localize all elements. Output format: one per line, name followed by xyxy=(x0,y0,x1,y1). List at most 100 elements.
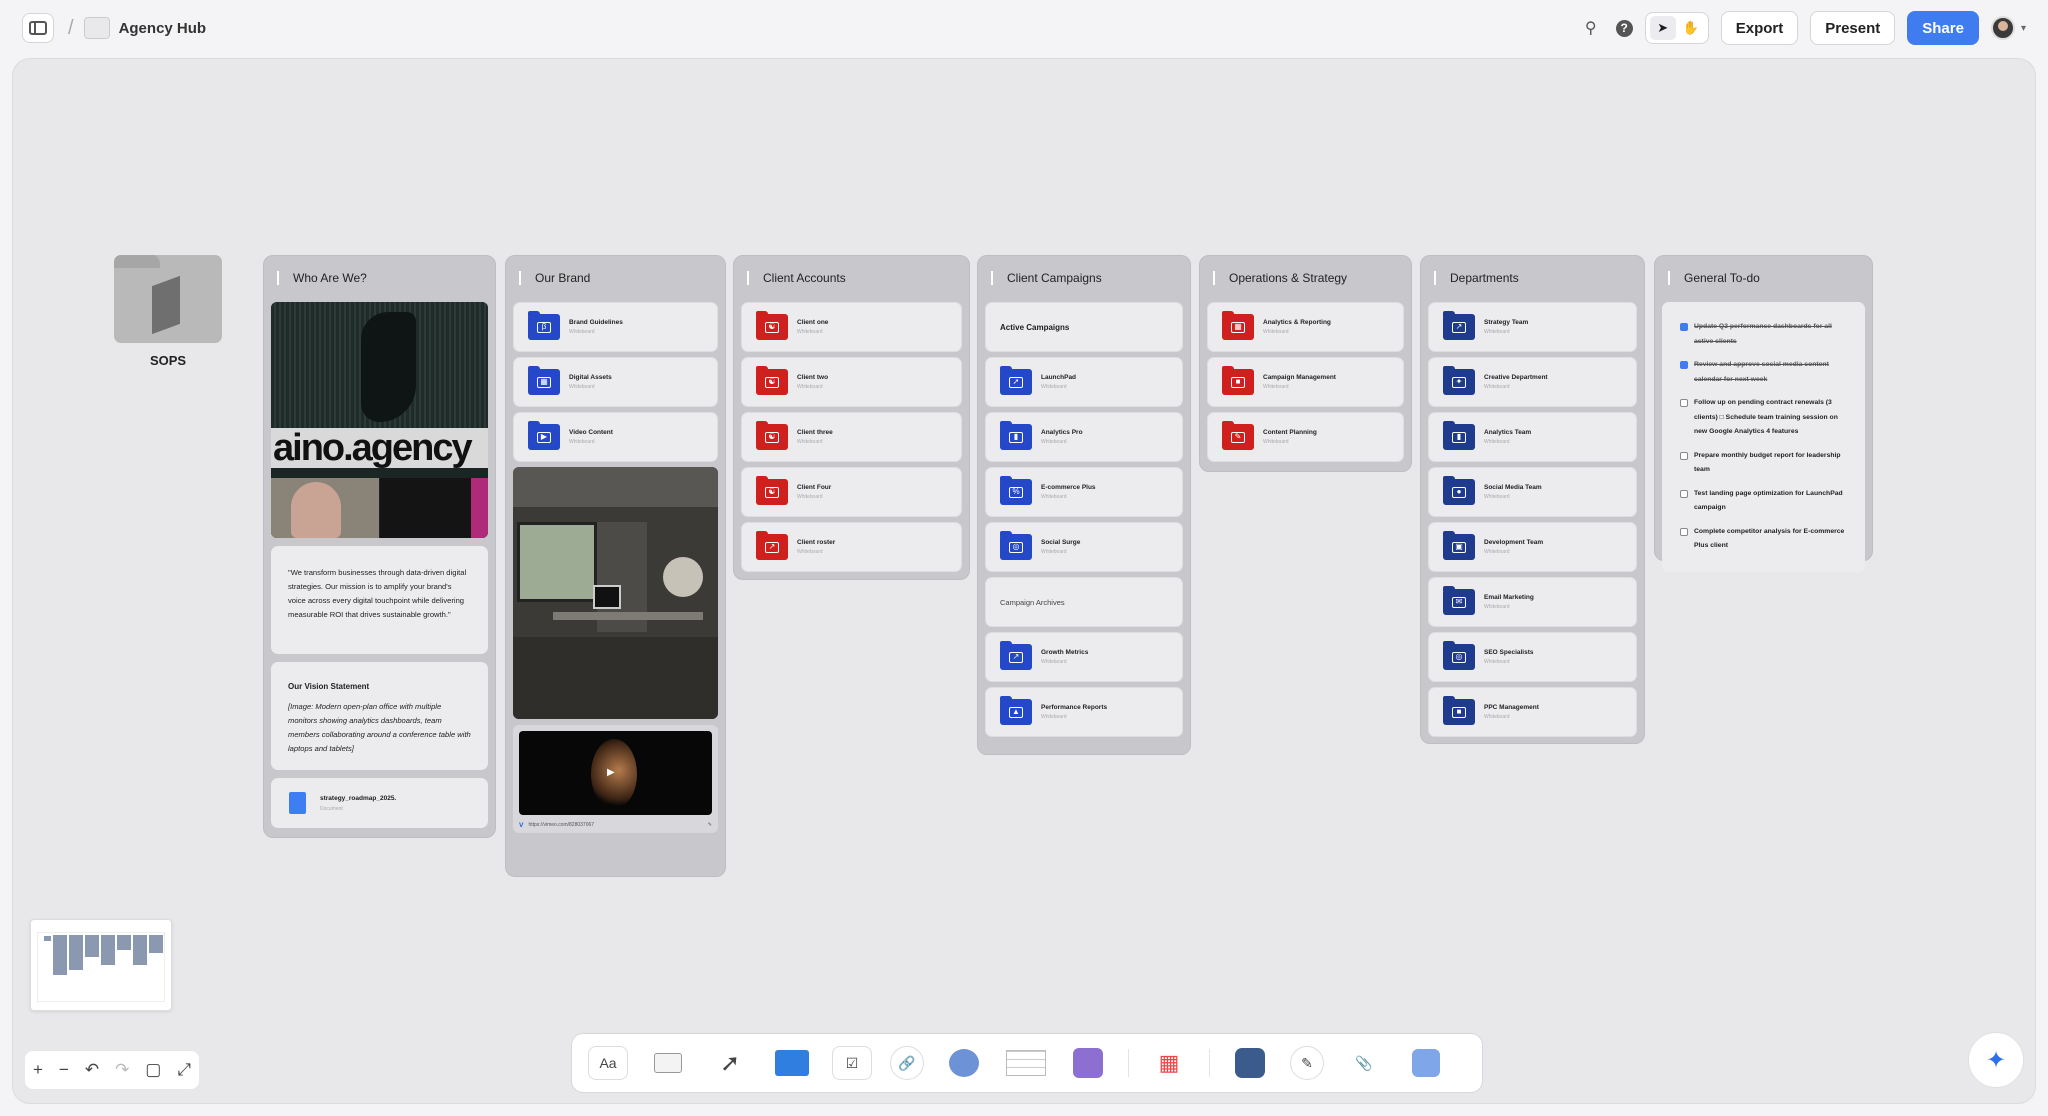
export-button[interactable]: Export xyxy=(1720,11,1799,45)
text-tool-icon[interactable]: Aa xyxy=(588,1046,628,1080)
list-item[interactable]: ◎ Social Surge Whiteboard xyxy=(985,522,1183,572)
checkbox[interactable] xyxy=(1680,399,1688,407)
mission-quote[interactable]: "We transform businesses through data-dr… xyxy=(271,546,488,654)
checkbox[interactable] xyxy=(1680,361,1688,369)
present-button[interactable]: Present xyxy=(1810,11,1896,45)
todo-item[interactable]: Follow up on pending contract renewals (… xyxy=(1680,396,1849,440)
avatar[interactable] xyxy=(1990,16,2015,40)
play-icon[interactable]: ▶ xyxy=(607,767,615,778)
board-our-brand[interactable]: Our Brand β Brand Guidelines Whiteboard ▦ D… xyxy=(505,255,726,877)
checkbox[interactable] xyxy=(1680,527,1688,536)
list-item[interactable]: ▣ Development Team Whiteboard xyxy=(1428,522,1637,572)
board-title[interactable]: Agency Hub xyxy=(119,20,207,37)
percent-folder-icon: % xyxy=(1000,476,1032,505)
list-item[interactable]: ▲ Performance Reports Whiteboard xyxy=(985,687,1183,737)
todo-item[interactable]: Test landing page optimization for Launc… xyxy=(1680,487,1849,516)
chart-folder-icon: ▮ xyxy=(1000,421,1032,450)
list-item[interactable]: ☯ Client three Whiteboard xyxy=(741,412,962,462)
board-client-accounts[interactable]: Client Accounts ☯ Client one Whiteboard ☯ C… xyxy=(733,255,970,580)
list-item[interactable]: ✦ Creative Department Whiteboard xyxy=(1428,357,1637,407)
list-item[interactable]: ▦ Digital Assets Whiteboard xyxy=(513,357,718,407)
todo-item[interactable]: Complete competitor analysis for E-comme… xyxy=(1680,525,1849,554)
list-item[interactable]: ↗ Client roster Whiteboard xyxy=(741,522,962,572)
sidebar-toggle-button[interactable] xyxy=(22,13,54,43)
undo-icon[interactable]: ↶ xyxy=(85,1060,99,1080)
list-item[interactable]: ✉ Email Marketing Whiteboard xyxy=(1428,577,1637,627)
report-folder-icon: ▲ xyxy=(1000,696,1032,725)
apps-grid-icon[interactable]: ▦ xyxy=(1147,1041,1191,1085)
document-name: strategy_roadmap_2025. xyxy=(320,794,397,802)
item-type: Whiteboard xyxy=(1484,329,1510,335)
item-type: Whiteboard xyxy=(797,549,823,555)
todo-item[interactable]: Update Q3 performance dashboards for all… xyxy=(1680,320,1849,349)
folder-tool-icon[interactable] xyxy=(770,1041,814,1085)
video-embed[interactable]: ▶ v https://vimeo.com/828037067 ✎ xyxy=(513,725,718,833)
board-client-campaigns[interactable]: Client Campaigns Active Campaigns ➚ Launc… xyxy=(977,255,1191,755)
widget-tool-icon[interactable] xyxy=(1228,1041,1272,1085)
list-item[interactable]: ■ Campaign Management Whiteboard xyxy=(1207,357,1404,407)
board-title: Our Brand xyxy=(519,268,718,288)
list-item[interactable]: ✎ Content Planning Whiteboard xyxy=(1207,412,1404,462)
list-item[interactable]: ■ PPC Management Whiteboard xyxy=(1428,687,1637,737)
vision-card[interactable]: Our Vision Statement [Image: Modern open… xyxy=(271,662,488,770)
office-image[interactable] xyxy=(513,467,718,719)
checklist-tool-icon[interactable]: ☑ xyxy=(832,1046,872,1080)
list-item[interactable]: % E-commerce Plus Whiteboard xyxy=(985,467,1183,517)
list-item[interactable]: ▮ Analytics Pro Whiteboard xyxy=(985,412,1183,462)
comment-tool-icon[interactable] xyxy=(942,1041,986,1085)
sops-folder[interactable]: SOPS xyxy=(114,255,222,368)
item-name: Client Four xyxy=(797,484,832,491)
link-tool-icon[interactable]: 🔗 xyxy=(890,1046,924,1080)
table-tool-icon[interactable] xyxy=(1004,1041,1048,1085)
arrow-tool-icon[interactable]: ➚ xyxy=(708,1041,752,1085)
board-who-are-we[interactable]: Who Are We? aino.agency "We transform bu… xyxy=(263,255,496,838)
todo-list[interactable]: Update Q3 performance dashboards for all… xyxy=(1662,302,1865,572)
list-item[interactable]: β Brand Guidelines Whiteboard xyxy=(513,302,718,352)
share-button[interactable]: Share xyxy=(1907,11,1979,45)
checkbox[interactable] xyxy=(1680,451,1688,460)
agency-image[interactable]: aino.agency xyxy=(271,302,488,538)
fit-screen-icon[interactable]: ▢ xyxy=(145,1060,161,1080)
list-item[interactable]: ↗ Strategy Team Whiteboard xyxy=(1428,302,1637,352)
upload-tool-icon[interactable] xyxy=(1404,1041,1448,1085)
list-item[interactable]: ▶ Video Content Whiteboard xyxy=(513,412,718,462)
cursor-tool-icon[interactable]: ➤ xyxy=(1649,16,1676,40)
search-icon[interactable]: ⚲ xyxy=(1578,15,1604,41)
list-item[interactable]: ☯ Client two Whiteboard xyxy=(741,357,962,407)
attachment-tool-icon[interactable]: 📎 xyxy=(1342,1041,1386,1085)
list-item[interactable]: ↗ Growth Metrics Whiteboard xyxy=(985,632,1183,682)
chevron-down-icon[interactable]: ▾ xyxy=(2021,23,2026,34)
checkbox[interactable] xyxy=(1680,323,1688,331)
list-item[interactable]: ▦ Analytics & Reporting Whiteboard xyxy=(1207,302,1404,352)
image-tool-icon[interactable] xyxy=(1066,1041,1110,1085)
item-type: Whiteboard xyxy=(797,494,823,500)
todo-item[interactable]: Prepare monthly budget report for leader… xyxy=(1680,449,1849,478)
note-tool-icon[interactable] xyxy=(646,1041,690,1085)
list-item[interactable]: ▮ Analytics Team Whiteboard xyxy=(1428,412,1637,462)
fullscreen-icon[interactable]: ⤢ xyxy=(177,1060,191,1080)
whiteboard-canvas[interactable]: SOPS Who Are We? aino.agency "We transfo… xyxy=(12,58,2036,1104)
zoom-out-icon[interactable]: − xyxy=(59,1060,69,1080)
board-general-todo[interactable]: General To-do Update Q3 performance dash… xyxy=(1654,255,1873,572)
section-header-archives[interactable]: Campaign Archives xyxy=(985,577,1183,627)
list-item[interactable]: ● Social Media Team Whiteboard xyxy=(1428,467,1637,517)
list-item[interactable]: ◎ SEO Specialists Whiteboard xyxy=(1428,632,1637,682)
ai-assistant-button[interactable]: ✦ xyxy=(1968,1032,2024,1088)
todo-item[interactable]: Review and approve social media content … xyxy=(1680,358,1849,387)
draw-tool-icon[interactable]: ✎ xyxy=(1290,1046,1324,1080)
list-item[interactable]: ☯ Client Four Whiteboard xyxy=(741,467,962,517)
redo-icon[interactable]: ↷ xyxy=(115,1060,129,1080)
video-url[interactable]: https://vimeo.com/828037067 xyxy=(528,822,594,828)
list-item[interactable]: ➚ LaunchPad Whiteboard xyxy=(985,357,1183,407)
help-icon[interactable]: ? xyxy=(1615,19,1633,37)
checkbox[interactable] xyxy=(1680,489,1688,498)
document-card[interactable]: strategy_roadmap_2025. Document xyxy=(271,778,488,828)
section-header-active[interactable]: Active Campaigns xyxy=(985,302,1183,352)
board-operations-strategy[interactable]: Operations & Strategy ▦ Analytics & Repor… xyxy=(1199,255,1412,472)
list-item[interactable]: ☯ Client one Whiteboard xyxy=(741,302,962,352)
minimap[interactable] xyxy=(30,919,172,1011)
zoom-in-icon[interactable]: + xyxy=(33,1060,43,1080)
link-icon[interactable]: ✎ xyxy=(708,822,712,828)
board-departments[interactable]: Departments ↗ Strategy Team Whiteboard ✦ Cr… xyxy=(1420,255,1645,744)
hand-tool-icon[interactable]: ✋ xyxy=(1678,16,1704,40)
